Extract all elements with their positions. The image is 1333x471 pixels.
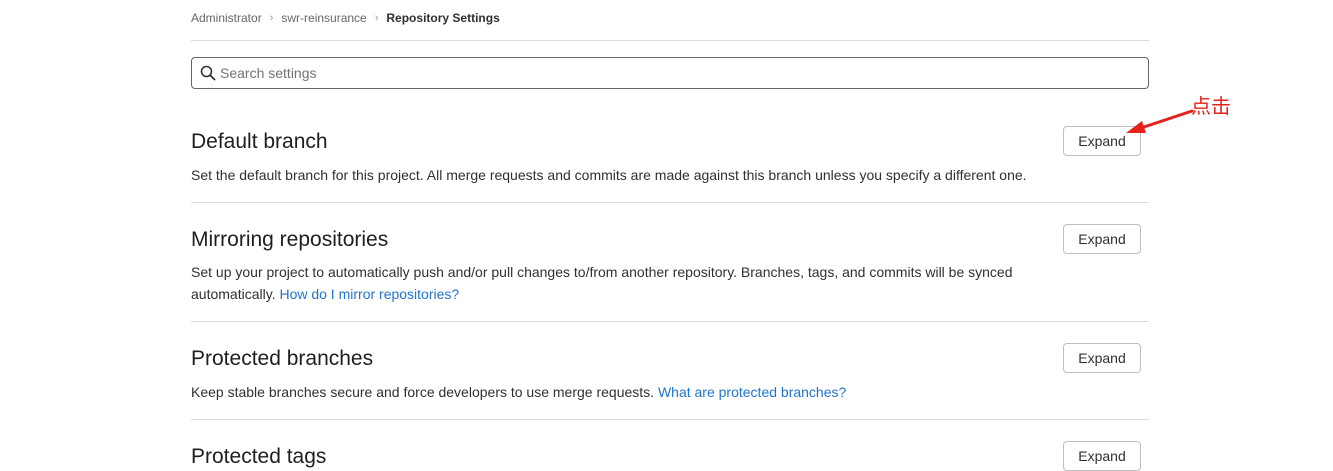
description-text: Set the default branch for this project.… [191,167,1027,183]
divider [191,40,1149,41]
chevron-right-icon: › [374,12,379,24]
description-text: Keep stable branches secure and force de… [191,384,655,400]
divider [191,202,1149,203]
search-input[interactable] [216,60,1148,86]
breadcrumb-current: Repository Settings [386,11,500,25]
section-description: Set up your project to automatically pus… [191,261,1051,305]
section-title: Mirroring repositories [191,228,389,251]
breadcrumb: Administrator › swr-reinsurance › Reposi… [191,10,500,26]
help-link[interactable]: What are protected branches? [658,384,846,400]
section-title: Default branch [191,130,328,153]
search-icon [200,65,216,81]
chevron-right-icon: › [269,12,274,24]
breadcrumb-administrator[interactable]: Administrator [191,11,262,25]
expand-button[interactable]: Expand [1063,343,1141,373]
help-link[interactable]: How do I mirror repositories? [279,286,459,302]
annotation-arrow-icon [1126,109,1194,133]
section-title: Protected branches [191,347,374,370]
search-bar [191,57,1149,89]
divider [191,321,1149,322]
expand-button[interactable]: Expand [1063,224,1141,254]
breadcrumb-project[interactable]: swr-reinsurance [281,11,366,25]
section-description: Keep stable branches secure and force de… [191,381,1051,403]
section-description: Set the default branch for this project.… [191,164,1051,186]
divider [191,419,1149,420]
